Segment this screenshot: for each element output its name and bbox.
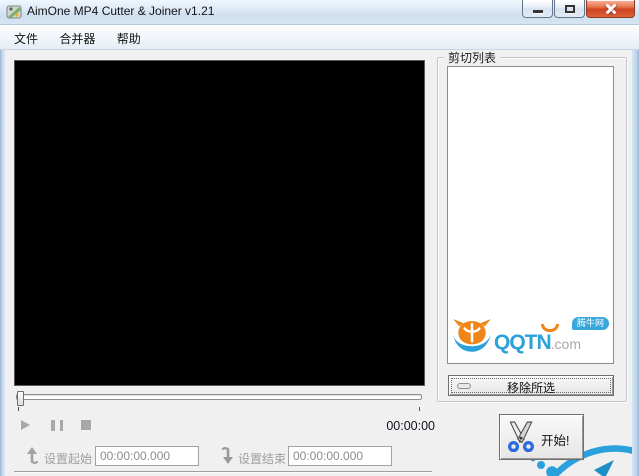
cut-list-group: 剪切列表 QQTN.com 腾牛网 移除所选 (437, 57, 627, 402)
window-frame-left (0, 25, 5, 476)
qqtn-logo-icon (451, 318, 493, 360)
maximize-icon (565, 5, 575, 13)
close-icon (604, 2, 617, 15)
window-title: AimOne MP4 Cutter & Joiner v1.21 (27, 4, 214, 18)
video-preview (14, 60, 425, 386)
bottom-divider (14, 471, 432, 473)
seek-thumb[interactable] (17, 391, 24, 406)
cut-list-label: 剪切列表 (444, 49, 500, 66)
time-display: 00:00:00 (355, 419, 435, 433)
set-start-label: 设置起始 (44, 450, 92, 467)
seek-track[interactable] (16, 394, 422, 400)
minimize-button[interactable] (522, 0, 553, 18)
play-button[interactable] (21, 420, 30, 430)
seek-tick-end (419, 407, 420, 411)
remove-selected-label: 移除所选 (449, 379, 613, 396)
qqtn-text: QQTN.com (494, 331, 581, 355)
minimize-icon (533, 10, 543, 13)
menu-joiner[interactable]: 合并器 (50, 25, 104, 51)
start-time-field[interactable] (95, 446, 199, 466)
seek-slider[interactable] (15, 391, 423, 411)
qqtn-brand: QQTN (494, 331, 551, 354)
maximize-button[interactable] (554, 0, 585, 18)
stop-button[interactable] (81, 420, 91, 430)
menu-help[interactable]: 帮助 (108, 25, 150, 51)
set-end-label: 设置结束 (238, 450, 286, 467)
seek-tick-start (18, 407, 19, 411)
app-window: { "window": { "title": "AimOne MP4 Cutte… (0, 0, 639, 476)
qqtn-badge: 腾牛网 (572, 317, 609, 330)
end-time-field[interactable] (288, 446, 392, 466)
app-icon (6, 4, 22, 20)
pause-button[interactable] (51, 420, 63, 431)
set-end-arrow-icon (221, 447, 235, 464)
titlebar[interactable]: AimOne MP4 Cutter & Joiner v1.21 (0, 0, 639, 25)
start-label: 开始! (541, 430, 569, 449)
menubar: 文件 合并器 帮助 (0, 25, 639, 50)
set-start-arrow-icon (25, 447, 39, 464)
window-controls (521, 0, 635, 18)
remove-selected-button[interactable]: 移除所选 (448, 375, 614, 396)
qqtn-watermark: QQTN.com 腾牛网 (449, 316, 612, 362)
menu-file[interactable]: 文件 (5, 25, 47, 51)
qqtn-suffix: .com (551, 336, 581, 352)
window-frame-right (632, 25, 639, 476)
start-button[interactable]: 开始! (499, 414, 584, 460)
cut-list[interactable]: QQTN.com 腾牛网 (447, 66, 614, 364)
scissors-icon (506, 421, 536, 453)
close-button[interactable] (586, 0, 635, 18)
